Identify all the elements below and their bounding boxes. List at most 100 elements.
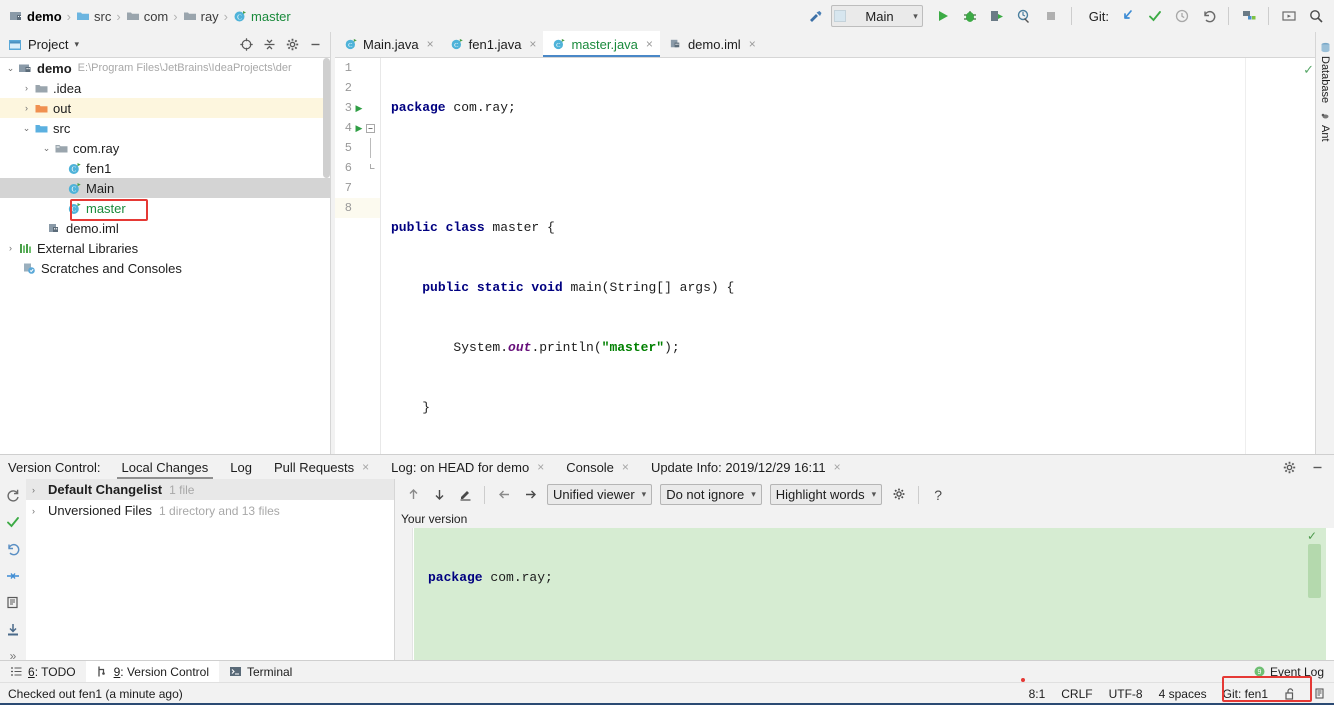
locate-icon[interactable]: [235, 34, 257, 56]
chevron-right-icon[interactable]: ›: [32, 485, 48, 495]
tool-tab-database[interactable]: Database: [1319, 38, 1331, 107]
previous-difference-icon[interactable]: [401, 484, 425, 506]
tree-node-external-libraries[interactable]: › External Libraries: [0, 238, 330, 258]
viewer-mode-select[interactable]: Unified viewer ▾: [547, 484, 653, 505]
changelist-unversioned[interactable]: › Unversioned Files 1 directory and 13 f…: [26, 500, 394, 521]
gear-icon[interactable]: [887, 484, 911, 506]
chevron-right-icon[interactable]: ›: [4, 243, 17, 253]
whitespace-mode-select[interactable]: Do not ignore ▾: [660, 484, 762, 505]
fold-end-icon[interactable]: [366, 163, 378, 173]
rollback-icon[interactable]: [1196, 4, 1221, 29]
tool-tab-ant[interactable]: Ant: [1319, 107, 1331, 146]
refresh-icon[interactable]: [4, 487, 22, 503]
commit-check-icon[interactable]: [4, 514, 22, 530]
close-icon[interactable]: ×: [529, 38, 536, 50]
project-tree-scrollbar[interactable]: [323, 58, 330, 454]
gear-icon[interactable]: [281, 34, 303, 56]
bottom-tab-terminal[interactable]: Terminal: [219, 661, 302, 683]
indent-setting[interactable]: 4 spaces: [1159, 687, 1207, 701]
highlight-mode-select[interactable]: Highlight words ▾: [769, 484, 883, 505]
fold-collapse-icon[interactable]: [366, 123, 378, 133]
event-log-button[interactable]: 9 Event Log: [1253, 665, 1334, 679]
tree-node-master[interactable]: C master: [0, 198, 330, 218]
chevron-down-icon[interactable]: ⌄: [20, 123, 33, 134]
hammer-build-icon[interactable]: [804, 4, 829, 29]
history-icon[interactable]: [1169, 4, 1194, 29]
rollback-icon[interactable]: [4, 541, 22, 557]
editor-tab-master-java[interactable]: C master.java ×: [543, 31, 660, 57]
close-icon[interactable]: ×: [537, 460, 544, 474]
gear-icon[interactable]: [1278, 456, 1300, 478]
close-icon[interactable]: ×: [646, 38, 653, 50]
chevron-down-icon[interactable]: ⌄: [40, 143, 53, 154]
vcs-tab-local-changes[interactable]: Local Changes: [111, 455, 220, 480]
project-tree[interactable]: ⌄ demo E:\Program Files\JetBrains\IdeaPr…: [0, 58, 330, 454]
tree-node-main[interactable]: C Main: [0, 178, 330, 198]
close-icon[interactable]: ×: [427, 38, 434, 50]
bottom-tab-version-control[interactable]: 9: Version Control: [85, 660, 219, 683]
run-icon[interactable]: [931, 4, 956, 29]
collapse-all-icon[interactable]: [258, 34, 280, 56]
tree-node-idea[interactable]: › .idea: [0, 78, 330, 98]
breadcrumb-item-master[interactable]: C master: [230, 5, 294, 27]
run-gutter-icon[interactable]: ▶: [352, 103, 366, 114]
tree-node-demo[interactable]: ⌄ demo E:\Program Files\JetBrains\IdeaPr…: [0, 58, 330, 78]
update-project-icon[interactable]: [1115, 4, 1140, 29]
edit-source-icon[interactable]: [453, 484, 477, 506]
git-branch-widget[interactable]: Git: fen1: [1223, 687, 1268, 701]
close-icon[interactable]: ×: [622, 460, 629, 474]
help-icon[interactable]: ?: [926, 484, 950, 506]
vcs-tab-update-info[interactable]: Update Info: 2019/12/29 16:11 ×: [640, 455, 852, 480]
breadcrumb-item-ray[interactable]: ray: [180, 5, 222, 27]
tree-node-scratches-and-consoles[interactable]: Scratches and Consoles: [0, 258, 330, 278]
run-gutter-icon[interactable]: ▶: [352, 123, 366, 134]
inspections-icon[interactable]: [1313, 687, 1326, 701]
next-difference-icon[interactable]: [427, 484, 451, 506]
commit-icon[interactable]: [1142, 4, 1167, 29]
vcs-tab-console[interactable]: Console ×: [555, 455, 640, 480]
preview-icon[interactable]: [1276, 4, 1301, 29]
tree-node-demo-iml[interactable]: demo.iml: [0, 218, 330, 238]
run-with-coverage-icon[interactable]: [985, 4, 1010, 29]
changelist-default[interactable]: › Default Changelist 1 file: [26, 479, 394, 500]
close-icon[interactable]: ×: [834, 460, 841, 474]
file-encoding[interactable]: UTF-8: [1109, 687, 1143, 701]
shelve-icon[interactable]: [4, 568, 22, 584]
editor-tab-main-java[interactable]: C Main.java ×: [335, 31, 441, 57]
previous-file-icon[interactable]: [492, 484, 516, 506]
vcs-tab-log[interactable]: Log: [219, 455, 263, 480]
diff-code-area[interactable]: package com.ray; public class master { p…: [414, 528, 1304, 660]
tree-node-out[interactable]: › out: [0, 98, 330, 118]
minimize-icon[interactable]: [1306, 456, 1328, 478]
editor-tab-fen1-java[interactable]: C fen1.java ×: [441, 31, 544, 57]
caret-position[interactable]: 8:1: [1029, 687, 1046, 701]
run-configuration-selector[interactable]: Main ▾: [830, 5, 923, 27]
line-separator[interactable]: CRLF: [1061, 687, 1092, 701]
chevron-right-icon[interactable]: ›: [20, 103, 33, 113]
chevron-down-icon[interactable]: ▾: [74, 39, 79, 50]
minimize-icon[interactable]: [304, 34, 326, 56]
profile-icon[interactable]: [1012, 4, 1037, 29]
editor-gutter[interactable]: 1 2 3 ▶ 4 ▶ 5 6 7 8: [335, 58, 381, 454]
scrollbar-thumb[interactable]: [323, 58, 330, 178]
unlocked-icon[interactable]: [1284, 687, 1297, 701]
bottom-tab-todo[interactable]: 6: TODO: [0, 661, 86, 683]
diff-scrollbar[interactable]: ✓: [1304, 528, 1326, 660]
editor-code-area[interactable]: package com.ray; public class master { p…: [381, 58, 1224, 538]
chevron-right-icon[interactable]: ›: [32, 506, 48, 516]
debug-icon[interactable]: [958, 4, 983, 29]
code-editor[interactable]: 1 2 3 ▶ 4 ▶ 5 6 7 8 package com.ray; publi…: [335, 58, 1334, 538]
editor-tab-demo-iml[interactable]: demo.iml ×: [660, 31, 763, 57]
search-everywhere-icon[interactable]: [1303, 4, 1328, 29]
breadcrumb-item-demo[interactable]: demo: [6, 5, 65, 27]
chevron-down-icon[interactable]: ⌄: [4, 63, 17, 74]
vcs-tab-log-head[interactable]: Log: on HEAD for demo ×: [380, 455, 555, 480]
chevron-right-icon[interactable]: ›: [20, 83, 33, 93]
inspection-status-icon[interactable]: ✓: [1303, 62, 1314, 78]
breadcrumb-item-src[interactable]: src: [73, 5, 114, 27]
scrollbar-thumb[interactable]: [1308, 544, 1321, 598]
close-icon[interactable]: ×: [749, 38, 756, 50]
tree-node-src[interactable]: ⌄ src: [0, 118, 330, 138]
tree-node-fen1[interactable]: C fen1: [0, 158, 330, 178]
changes-tree[interactable]: › Default Changelist 1 file › Unversione…: [26, 479, 395, 660]
